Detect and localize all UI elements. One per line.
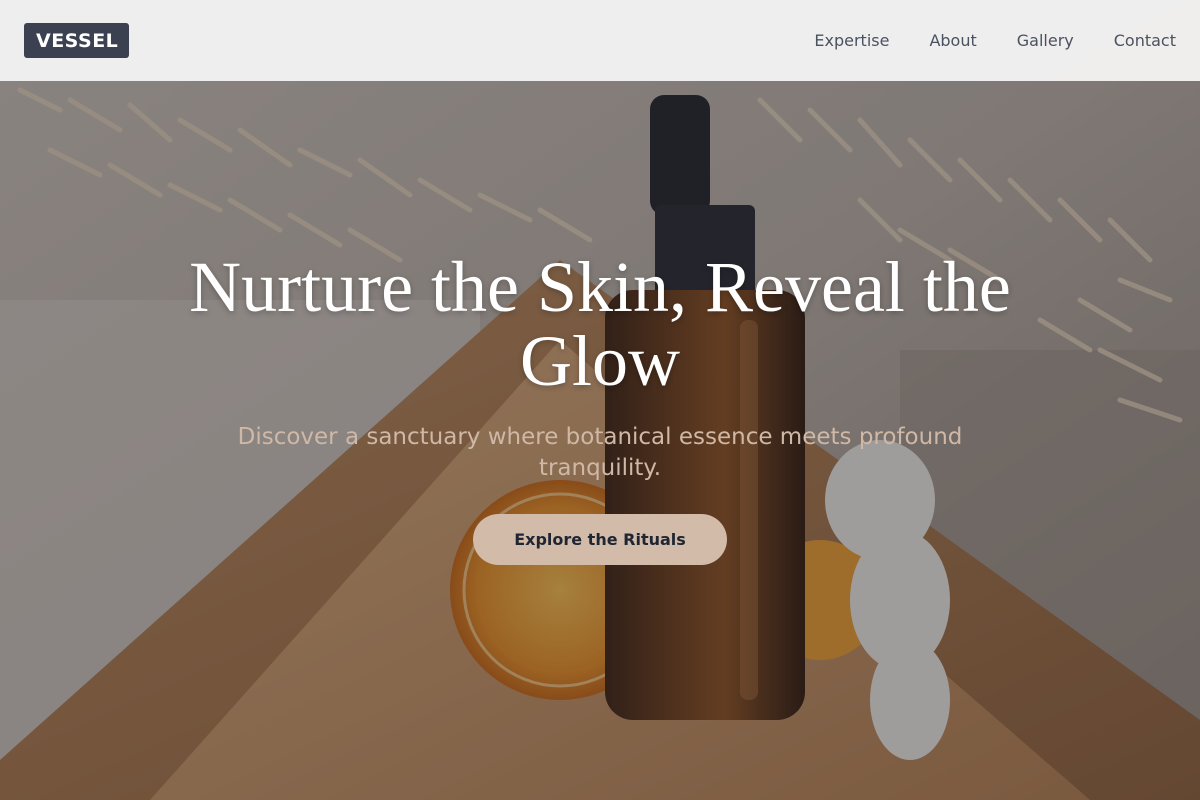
nav-link-contact[interactable]: Contact — [1114, 31, 1176, 50]
brand-logo[interactable]: VESSEL — [24, 23, 130, 58]
nav-link-gallery[interactable]: Gallery — [1017, 31, 1074, 50]
explore-rituals-button[interactable]: Explore the Rituals — [473, 514, 727, 565]
hero-subtitle: Discover a sanctuary where botanical ess… — [237, 424, 963, 481]
hero-title: Nurture the Skin, Reveal the Glow — [189, 247, 1011, 401]
nav-link-about[interactable]: About — [929, 31, 976, 50]
nav-link-expertise[interactable]: Expertise — [814, 31, 889, 50]
site-header: VESSEL Expertise About Gallery Contact — [0, 0, 1200, 81]
main-nav: Expertise About Gallery Contact — [774, 31, 1176, 50]
hero-section: Nurture the Skin, Reveal the Glow Discov… — [0, 250, 1200, 565]
